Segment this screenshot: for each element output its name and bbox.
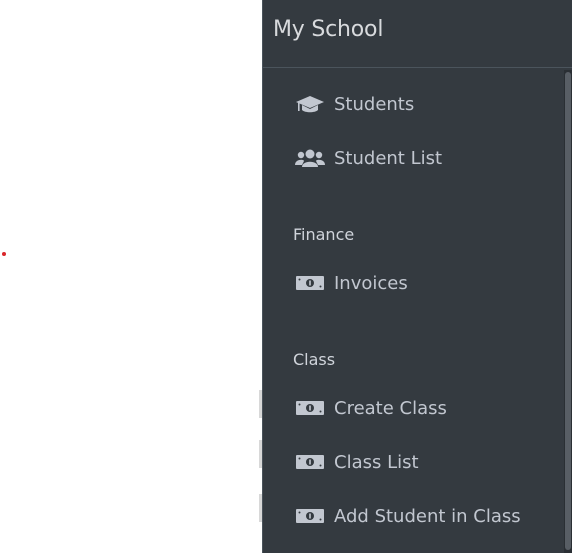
money-bill-icon — [295, 272, 325, 294]
sidebar-scrollbar[interactable] — [564, 70, 572, 553]
money-bill-icon — [295, 451, 325, 473]
money-bill-icon — [295, 505, 325, 527]
graduation-cap-icon — [295, 93, 325, 115]
sidebar-item-invoices[interactable]: Invoices — [295, 268, 408, 298]
sidebar-item-label: Create Class — [334, 397, 447, 419]
nav-header-class: Class — [293, 350, 336, 369]
nav-header-finance: Finance — [293, 225, 355, 244]
sidebar-item-students[interactable]: Students — [295, 89, 414, 119]
sidebar-item-add-student-in-class[interactable]: Add Student in Class — [295, 501, 521, 531]
sidebar-item-class-list[interactable]: Class List — [295, 447, 419, 477]
sidebar-item-label: Students — [334, 93, 415, 115]
sidebar-item-label: Invoices — [334, 272, 408, 294]
sidebar: My School Students Student List Finance … — [262, 0, 572, 553]
sidebar-item-label: Class List — [334, 451, 419, 473]
brand-link[interactable]: My School — [263, 0, 572, 68]
sidebar-item-student-list[interactable]: Student List — [295, 143, 442, 173]
sidebar-item-label: Student List — [334, 147, 443, 169]
money-bill-icon — [295, 397, 325, 419]
sidebar-item-label: Add Student in Class — [334, 505, 521, 527]
sidebar-item-create-class[interactable]: Create Class — [295, 393, 447, 423]
scrollbar-thumb[interactable] — [565, 72, 571, 550]
red-dot-marker — [2, 252, 6, 256]
users-icon — [295, 147, 325, 169]
